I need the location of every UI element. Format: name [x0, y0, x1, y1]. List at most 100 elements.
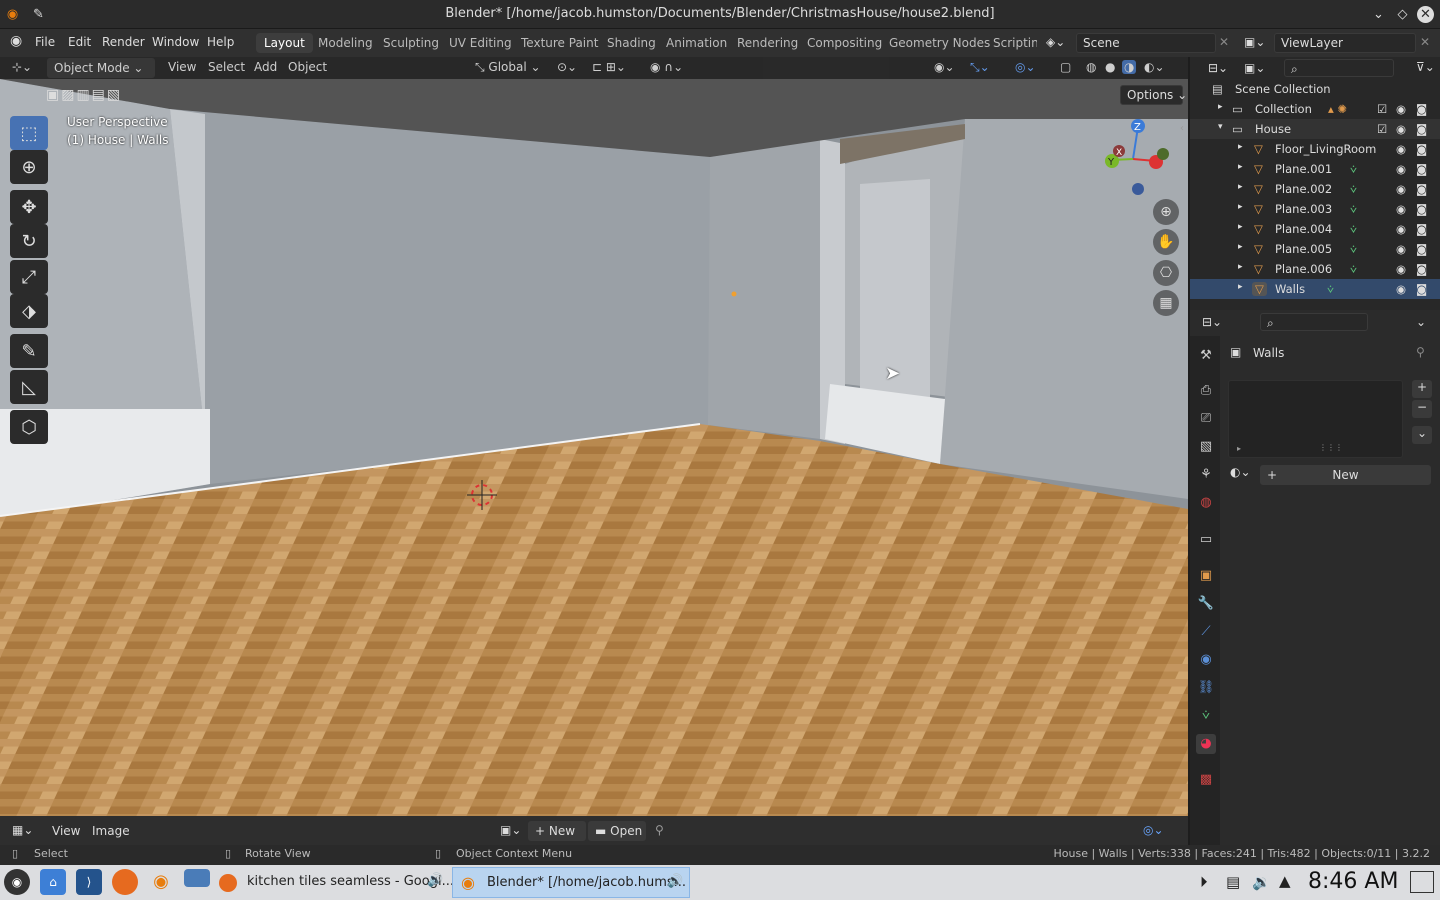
measure-tool-icon[interactable]: ◺	[10, 370, 48, 404]
start-menu-icon[interactable]: ◉	[4, 869, 30, 895]
menu-object[interactable]: Object	[288, 60, 327, 74]
outliner-search-input[interactable]: ⌕	[1284, 59, 1394, 77]
render-camera-icon[interactable]: ◙	[1416, 182, 1427, 196]
eye-icon[interactable]: ◉	[1396, 182, 1406, 196]
add-cube-tool-icon[interactable]: ⬡	[10, 410, 48, 444]
outliner-row-object[interactable]: ▸ ▽ Plane.004 ⩒ ◉ ◙	[1190, 219, 1440, 239]
workspace-tab-uv-editing[interactable]: UV Editing	[441, 33, 520, 53]
properties-editor-icon[interactable]: ⊟⌄	[1202, 315, 1222, 329]
sidebar-toggle-icon[interactable]: ‹	[1180, 123, 1184, 134]
eye-icon[interactable]: ◉	[1396, 242, 1406, 256]
close-icon[interactable]: ✕	[1417, 6, 1434, 23]
move-tool-icon[interactable]: ✥	[10, 190, 48, 224]
render-camera-icon[interactable]: ◙	[1416, 282, 1427, 296]
modifier-tab-icon[interactable]: 🔧	[1196, 594, 1216, 614]
vscode-icon[interactable]: ⟩	[76, 869, 102, 895]
outliner-editor-icon[interactable]: ⊟⌄	[1208, 61, 1228, 75]
view-layer-tab-icon[interactable]: ▧	[1196, 437, 1216, 457]
workspace-tab-layout[interactable]: Layout	[256, 33, 313, 53]
output-tab-icon[interactable]: ⎚	[1196, 409, 1216, 429]
checkbox-icon[interactable]: ☑	[1377, 122, 1387, 136]
workspace-tab-animation[interactable]: Animation	[658, 33, 735, 53]
pin-icon[interactable]: ⚲	[1416, 345, 1425, 359]
render-tab-icon[interactable]: ⎙	[1196, 381, 1216, 401]
zoom-icon[interactable]: ⊕	[1153, 199, 1179, 225]
taskbar-task-firefox[interactable]: kitchen tiles seamless - Googl... 🔊	[213, 867, 454, 898]
expand-arrow-icon[interactable]: ▸	[1218, 102, 1223, 112]
clipboard-icon[interactable]: ▤	[1226, 873, 1240, 891]
workspace-tab-texture-paint[interactable]: Texture Paint	[513, 33, 606, 53]
shading-wireframe-icon[interactable]: ◍	[1086, 60, 1096, 74]
outliner-row-house[interactable]: ▾ ▭ House ☑ ◉ ◙	[1190, 119, 1440, 139]
workspace-tab-modeling[interactable]: Modeling	[310, 33, 381, 53]
filter-icon[interactable]: ⊽⌄	[1416, 60, 1435, 74]
show-desktop-icon[interactable]	[1410, 871, 1434, 893]
mode-dropdown[interactable]: Object Mode ⌄	[47, 58, 155, 78]
render-camera-icon[interactable]: ◙	[1416, 222, 1427, 236]
selection-mode-icons[interactable]: ▣▨▥▤▧	[46, 87, 122, 103]
outliner-row-object[interactable]: ▸ ▽ Plane.001 ⩒ ◉ ◙	[1190, 159, 1440, 179]
properties-search-input[interactable]: ⌕	[1260, 313, 1368, 331]
eye-icon[interactable]: ◉	[1396, 122, 1406, 136]
render-camera-icon[interactable]: ◙	[1416, 162, 1427, 176]
collection-tab-icon[interactable]: ▭	[1196, 530, 1216, 550]
particles-tab-icon[interactable]: ⟋	[1196, 622, 1216, 642]
ortho-toggle-icon[interactable]: ▦	[1153, 290, 1179, 316]
workspace-tab-rendering[interactable]: Rendering	[729, 33, 806, 53]
view-layer-icon[interactable]: ▣⌄	[1244, 35, 1265, 49]
rotate-tool-icon[interactable]: ↻	[10, 224, 48, 258]
outliner-row-collection[interactable]: ▸ ▭ Collection ▴ ✺ ☑ ◉ ◙	[1190, 99, 1440, 119]
media-play-icon[interactable]: ⏵	[1200, 873, 1208, 891]
image-menu-image[interactable]: Image	[92, 824, 130, 838]
select-box-tool-icon[interactable]: ⬚	[10, 116, 48, 150]
workspace-tab-scripting[interactable]: Scripting	[985, 33, 1037, 53]
render-camera-icon[interactable]: ◙	[1416, 202, 1427, 216]
outliner-row-object[interactable]: ▸ ▽ Plane.003 ⩒ ◉ ◙	[1190, 199, 1440, 219]
image-browse-icon[interactable]: ▣⌄	[500, 823, 521, 837]
object-tab-icon[interactable]: ▣	[1196, 566, 1216, 586]
snap-toggle-icon[interactable]: ⊏ ⊞⌄	[592, 60, 626, 74]
outliner-row-object[interactable]: ▸ ▽ Plane.005 ⩒ ◉ ◙	[1190, 239, 1440, 259]
image-editor-type-icon[interactable]: ▦⌄	[12, 823, 33, 837]
menu-render[interactable]: Render	[102, 35, 145, 49]
menu-add[interactable]: Add	[254, 60, 277, 74]
view-layer-field[interactable]: ViewLayer	[1274, 33, 1416, 53]
eye-icon[interactable]: ◉	[1396, 142, 1406, 156]
scene-selector-icon[interactable]: ◈⌄	[1046, 35, 1065, 49]
menu-select[interactable]: Select	[208, 60, 245, 74]
render-camera-icon[interactable]: ◙	[1416, 102, 1427, 116]
render-camera-icon[interactable]: ◙	[1416, 142, 1427, 156]
eye-icon[interactable]: ◉	[1396, 282, 1406, 296]
data-tab-icon[interactable]: ⩒	[1196, 706, 1216, 726]
shading-rendered-icon[interactable]: ◐⌄	[1144, 60, 1165, 74]
transform-orientation-dropdown[interactable]: ⤡ Global ⌄	[469, 58, 547, 78]
volume-icon[interactable]: 🔉	[1252, 873, 1271, 891]
eye-icon[interactable]: ◉	[1396, 262, 1406, 276]
scale-tool-icon[interactable]: ⤢	[10, 260, 48, 294]
blender-launcher-icon[interactable]: ◉	[148, 869, 174, 895]
remove-slot-icon[interactable]: −	[1412, 400, 1432, 418]
properties-options-icon[interactable]: ⌄	[1416, 315, 1426, 329]
image-pin-icon[interactable]: ⚲	[655, 823, 664, 837]
display-mode-icon[interactable]: ▣⌄	[1244, 61, 1265, 75]
annotate-tool-icon[interactable]: ✎	[10, 334, 48, 368]
outliner-row-walls-active[interactable]: ▸ ▽ Walls ⩒ ◉ ◙	[1190, 279, 1440, 299]
image-open-button[interactable]: ▬ Open	[588, 821, 646, 841]
physics-tab-icon[interactable]: ◉	[1196, 650, 1216, 670]
scene-tab-icon[interactable]: ⚘	[1196, 465, 1216, 485]
gizmo-toggle-icon[interactable]: ⤡⌄	[970, 60, 990, 75]
add-slot-icon[interactable]: +	[1412, 380, 1432, 398]
world-tab-icon[interactable]: ◍	[1196, 493, 1216, 513]
options-dropdown[interactable]: Options ⌄	[1120, 85, 1187, 105]
clock[interactable]: 8:46 AM	[1308, 869, 1398, 894]
3d-viewport[interactable]: ▣▨▥▤▧ ⬚ ⊕ ✥ ↻ ⤢ ⬗ ✎ ◺ ⬡ User Perspective…	[0, 79, 1188, 816]
texture-tab-icon[interactable]: ▩	[1196, 770, 1216, 790]
editor-type-icon[interactable]: ⊹⌄	[12, 60, 32, 74]
tool-tab-icon[interactable]: ⚒	[1196, 346, 1216, 366]
workspace-tab-shading[interactable]: Shading	[599, 33, 664, 53]
new-material-button[interactable]: + New	[1260, 465, 1431, 485]
desktop-icon[interactable]	[184, 869, 210, 887]
outliner-row-object[interactable]: ▸ ▽ Plane.002 ⩒ ◉ ◙	[1190, 179, 1440, 199]
image-overlay-icon[interactable]: ◎⌄	[1143, 823, 1164, 837]
workspace-tab-sculpting[interactable]: Sculpting	[375, 33, 447, 53]
